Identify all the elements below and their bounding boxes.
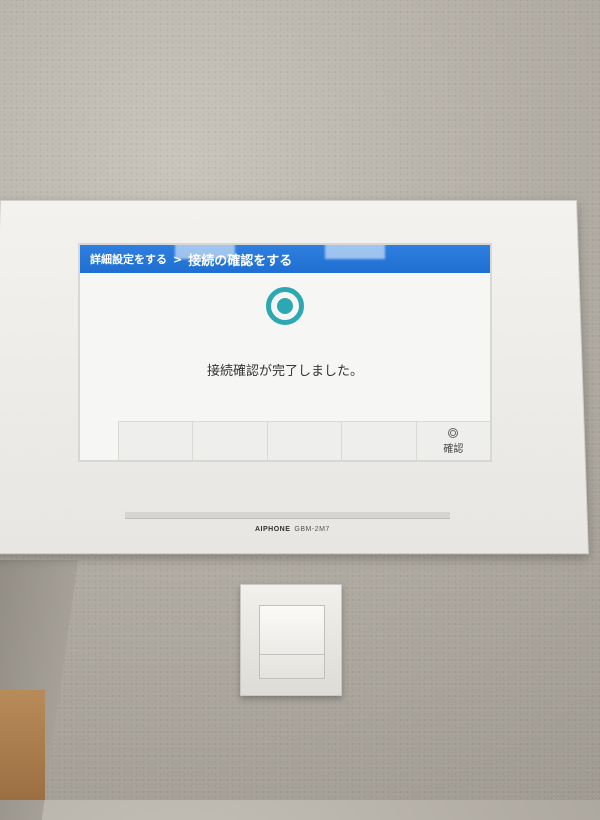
softkey-3[interactable]: [266, 422, 342, 460]
model-number: GBM-2M7: [294, 526, 330, 533]
status-message: 接続確認が完了しました。: [206, 364, 363, 379]
softkey-4[interactable]: [341, 422, 416, 460]
panel-bottom-slot: [125, 512, 450, 519]
wooden-floor: [0, 690, 45, 800]
confirm-button[interactable]: 確認: [415, 422, 490, 460]
screen-glare: [325, 245, 385, 259]
intercom-screen: 詳細設定をする > 接続の確認をする 接続確認が完了しました。 確認: [80, 245, 490, 460]
device-brand-label: AIPHONE GBM-2M7: [255, 526, 330, 533]
breadcrumb-parent[interactable]: 詳細設定をする: [90, 251, 167, 267]
success-ring-icon: [266, 287, 304, 325]
confirm-label: 確認: [443, 443, 464, 455]
softkey-2[interactable]: [192, 422, 267, 460]
breadcrumb: 詳細設定をする > 接続の確認をする: [80, 245, 490, 273]
softkey-row: 確認: [118, 421, 490, 460]
brand-name: AIPHONE: [255, 526, 291, 533]
softkey-1[interactable]: [118, 422, 193, 460]
screen-glare: [175, 245, 235, 259]
switch-divider: [260, 654, 324, 655]
light-switch-plate: [240, 584, 342, 696]
confirm-icon: [448, 427, 459, 438]
success-dot: [277, 298, 293, 314]
light-switch[interactable]: [259, 605, 325, 679]
